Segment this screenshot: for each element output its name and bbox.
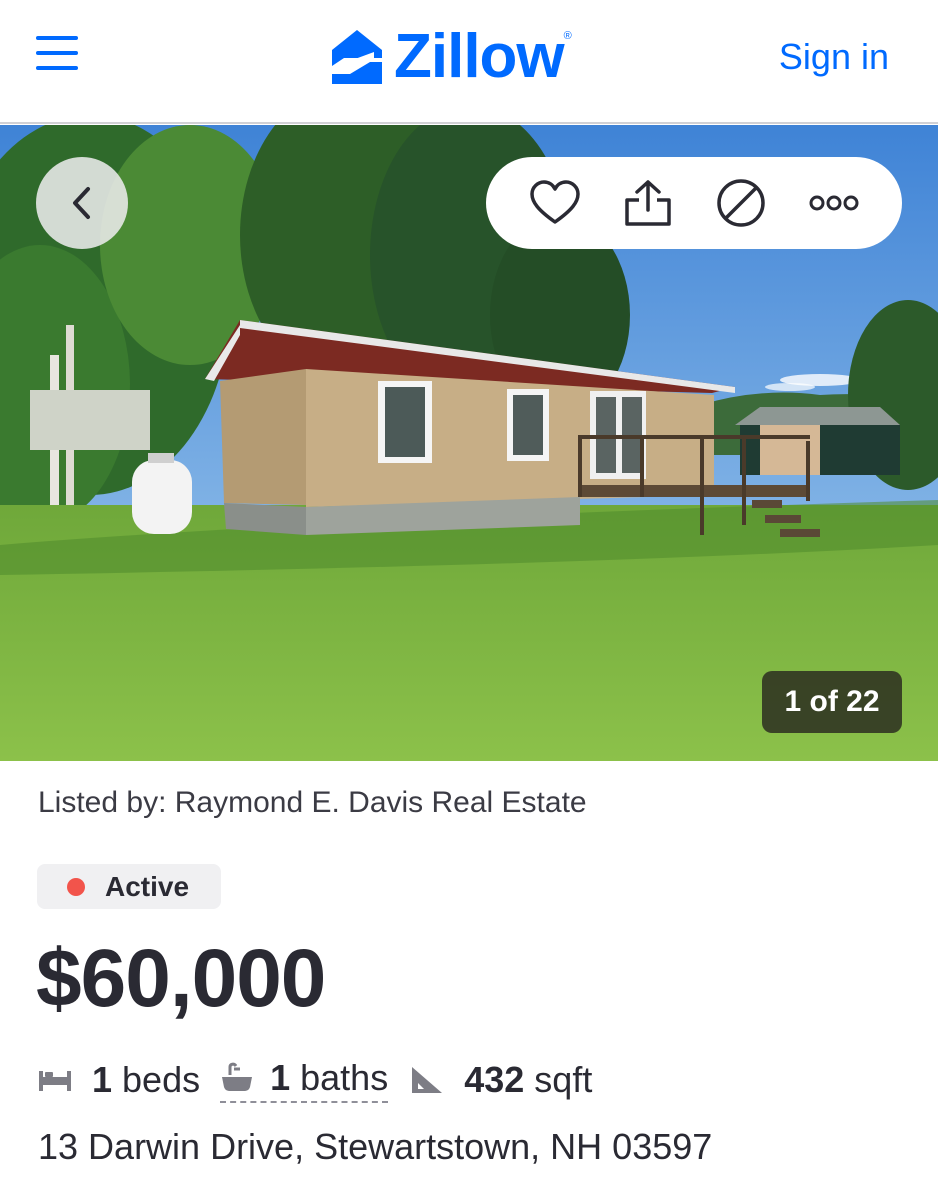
sqft-label: sqft [534,1059,593,1100]
more-button[interactable] [802,171,866,235]
status-badge: Active [37,864,221,909]
address: 13 Darwin Drive, Stewartstown, NH 03597 [38,1126,713,1167]
baths-value: 1 [270,1057,291,1098]
status-text: Active [105,870,190,902]
share-icon [624,180,671,226]
sqft-fact: 432 sqft [410,1059,592,1101]
home-facts: 1 beds 1 baths 432 sqft [38,1055,592,1105]
share-button[interactable] [616,171,680,235]
status-dot-icon [67,877,85,896]
beds-fact: 1 beds [38,1059,200,1101]
photo-counter[interactable]: 1 of 22 [762,671,902,733]
registered-mark: ® [563,30,572,42]
hide-icon [716,179,765,227]
bed-icon [38,1067,72,1093]
baths-fact[interactable]: 1 baths [220,1057,389,1103]
chevron-left-icon [73,187,90,219]
save-button[interactable] [523,171,587,235]
sqft-value: 432 [464,1059,525,1100]
hamburger-menu-icon[interactable] [36,36,78,70]
photo-actions-bar [486,157,902,249]
heart-icon [529,180,580,224]
price: $60,000 [36,933,326,1024]
zillow-logo-text: Zillow [394,22,565,91]
area-icon [410,1065,444,1095]
baths-label: baths [300,1057,389,1098]
zillow-logo-icon [332,30,382,84]
top-header: Zillow ® Sign in [0,0,938,124]
back-button[interactable] [36,157,128,249]
hide-button[interactable] [709,171,773,235]
listed-by: Listed by: Raymond E. Davis Real Estate [38,786,587,819]
beds-value: 1 [92,1059,113,1100]
listing-photo[interactable]: 1 of 22 [0,125,938,761]
sign-in-link[interactable]: Sign in [779,36,889,78]
bath-icon [220,1061,254,1095]
beds-label: beds [122,1059,201,1100]
more-icon [809,195,858,211]
zillow-logo[interactable]: Zillow ® [330,24,572,90]
